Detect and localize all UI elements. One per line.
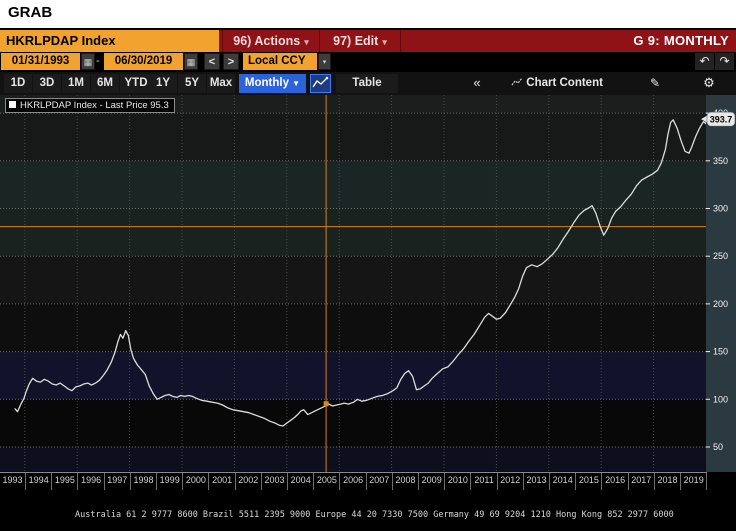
chart-content-button[interactable]: Chart Content xyxy=(497,74,617,93)
crosshair-marker xyxy=(323,401,329,407)
y-tick-label: 200 xyxy=(713,299,728,309)
y-tick-label: 300 xyxy=(713,204,728,214)
chart-toolbar: 1D 3D 1M 6M YTD 1Y 5Y Max Monthly ▼ Table « Cha… xyxy=(0,72,736,96)
x-axis-label-2007: 2007 xyxy=(367,473,393,490)
period-select[interactable]: Monthly ▼ xyxy=(239,74,306,93)
plot-band xyxy=(0,447,706,472)
series-legend-label: HKRLPDAP Index - Last Price xyxy=(20,100,148,111)
range-button-max[interactable]: Max xyxy=(207,74,235,93)
undo-icon[interactable]: ↶ xyxy=(695,53,714,70)
x-axis-label-1997: 1997 xyxy=(105,473,131,490)
plot-band xyxy=(0,303,706,352)
x-axis-label-2009: 2009 xyxy=(419,473,446,490)
date-from-input[interactable]: 01/31/1993 xyxy=(1,53,80,70)
currency-select[interactable]: Local CCY xyxy=(243,53,317,70)
plot-band xyxy=(0,256,706,304)
last-price-label: 393.7 xyxy=(710,115,733,125)
caret-down-icon: ▾ xyxy=(304,37,309,47)
redo-icon[interactable]: ↷ xyxy=(715,53,734,70)
bloomberg-terminal-window: GRAB HKRLPDAP Index 96) Actions ▾ 97) Edi… xyxy=(0,0,736,531)
collapse-panel-icon[interactable]: « xyxy=(465,74,489,93)
step-forward-button[interactable]: > xyxy=(223,53,239,70)
edit-menu-button[interactable]: 97) Edit ▾ xyxy=(319,30,401,52)
date-settings-row: 01/31/1993 ▦ - 06/30/2019 ▦ < > Local CC… xyxy=(0,52,736,72)
range-button-6m[interactable]: 6M xyxy=(91,74,119,93)
range-button-ytd[interactable]: YTD xyxy=(120,74,152,93)
x-axis-label-1995: 1995 xyxy=(52,473,79,490)
x-axis-label-2012: 2012 xyxy=(498,473,524,490)
line-chart-type-icon[interactable] xyxy=(310,74,331,93)
x-axis-label-2002: 2002 xyxy=(236,473,262,490)
x-axis-label-2015: 2015 xyxy=(576,473,603,490)
y-tick-label: 150 xyxy=(713,347,728,357)
date-range-separator: - xyxy=(96,55,100,67)
range-button-5y[interactable]: 5Y xyxy=(178,74,206,93)
chart-canvas[interactable]: 50100150200250300350400393.7 xyxy=(0,95,736,472)
calendar-icon[interactable]: ▦ xyxy=(81,53,95,70)
dropdown-icon: ▼ xyxy=(292,79,301,88)
footer-contact-line: Australia 61 2 9777 8600 Brazil 5511 239… xyxy=(75,510,674,520)
x-axis-label-2013: 2013 xyxy=(524,473,551,490)
x-axis-label-2019: 2019 xyxy=(681,473,708,490)
x-axis-label-1999: 1999 xyxy=(157,473,184,490)
y-tick-label: 100 xyxy=(713,394,728,404)
plot-band xyxy=(0,351,706,400)
plot-band xyxy=(0,399,706,447)
x-axis-label-1998: 1998 xyxy=(131,473,158,490)
range-button-1y[interactable]: 1Y xyxy=(149,74,177,93)
x-axis-label-2010: 2010 xyxy=(445,473,472,490)
step-back-button[interactable]: < xyxy=(204,53,220,70)
date-to-input[interactable]: 06/30/2019 xyxy=(104,53,183,70)
x-axis-label-2016: 2016 xyxy=(603,473,629,490)
bloomberg-footer: Australia 61 2 9777 8600 Brazil 5511 239… xyxy=(0,492,736,531)
x-axis-label-1996: 1996 xyxy=(79,473,105,490)
grab-title-bar: GRAB xyxy=(0,0,736,28)
x-axis-label-2008: 2008 xyxy=(393,473,420,490)
range-button-1d[interactable]: 1D xyxy=(4,74,32,93)
x-axis-label-2004: 2004 xyxy=(288,473,315,490)
security-ticker-field[interactable]: HKRLPDAP Index xyxy=(0,30,219,52)
series-legend-value: 95.3 xyxy=(150,100,169,111)
calendar-icon[interactable]: ▦ xyxy=(184,53,198,70)
y-tick-label: 250 xyxy=(713,251,728,261)
x-axis-label-2001: 2001 xyxy=(210,473,236,490)
plot-band xyxy=(0,160,706,209)
y-axis-strip[interactable] xyxy=(706,95,736,472)
panel-id-label: G 9: MONTHLY xyxy=(633,33,729,48)
caret-down-icon: ▾ xyxy=(382,37,387,47)
x-axis-label-1993: 1993 xyxy=(0,473,27,490)
x-axis-label-2011: 2011 xyxy=(472,473,498,490)
x-axis-label-2017: 2017 xyxy=(629,473,655,490)
x-axis-label-2000: 2000 xyxy=(183,473,210,490)
series-swatch-icon xyxy=(9,101,16,108)
x-axis-label-2005: 2005 xyxy=(314,473,341,490)
x-axis-label-1994: 1994 xyxy=(26,473,53,490)
series-legend: HKRLPDAP Index - Last Price 95.3 xyxy=(5,98,175,113)
x-axis-label-2003: 2003 xyxy=(262,473,289,490)
y-tick-label: 50 xyxy=(713,442,723,452)
grab-title: GRAB xyxy=(8,4,53,21)
y-tick-label: 350 xyxy=(713,156,728,166)
line-chart-glyph xyxy=(312,76,329,88)
x-axis-year-labels: 1993 1994 1995 1996 1997 1998 1999 2000 2001 2002… xyxy=(0,472,708,490)
range-button-1m[interactable]: 1M xyxy=(62,74,90,93)
x-axis-label-2018: 2018 xyxy=(655,473,682,490)
plot-band xyxy=(0,208,706,257)
x-axis-label-2006: 2006 xyxy=(341,473,367,490)
price-chart[interactable]: 50100150200250300350400393.7 HKRLPDAP In… xyxy=(0,95,736,472)
table-button[interactable]: Table xyxy=(336,74,398,93)
command-bar: HKRLPDAP Index 96) Actions ▾ 97) Edit ▾ G … xyxy=(0,30,736,52)
currency-dropdown-icon[interactable]: ▾ xyxy=(318,53,331,70)
annotate-icon[interactable]: ✎ xyxy=(643,74,667,93)
x-axis-label-2014: 2014 xyxy=(550,473,577,490)
settings-gear-icon[interactable]: ⚙ xyxy=(697,74,721,93)
actions-menu-button[interactable]: 96) Actions ▾ xyxy=(222,30,320,52)
range-button-3d[interactable]: 3D xyxy=(33,74,61,93)
mini-chart-icon xyxy=(511,77,523,86)
plot-band xyxy=(0,113,706,161)
